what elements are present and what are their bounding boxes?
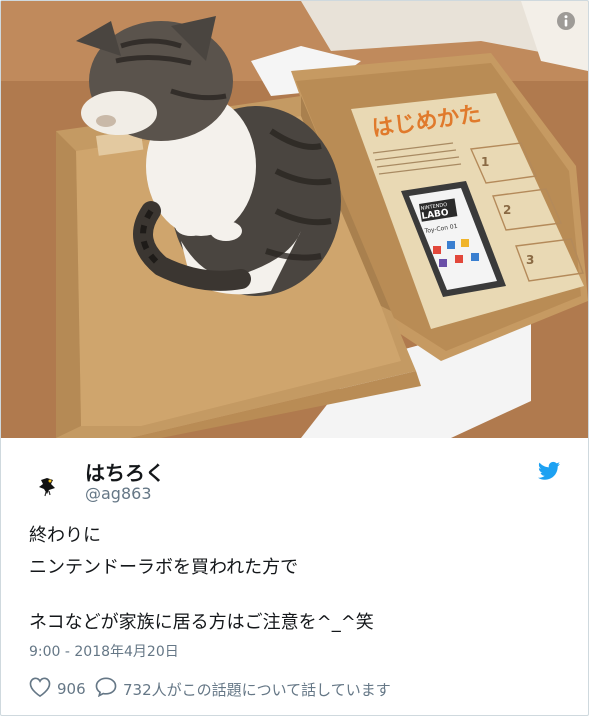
tweet-card: はじめかた 1 2 3 NINTENDO LABO Toy-Con 01 はちろ… [0, 0, 589, 716]
info-icon[interactable] [556, 11, 576, 31]
tweet-text-line-1: 終わりに [29, 525, 101, 546]
speech-bubble-icon [95, 677, 117, 701]
tweet-actions: 906 732人がこの話題について話しています [29, 677, 569, 699]
display-name[interactable]: はちろく [85, 457, 165, 486]
heart-icon [29, 677, 51, 701]
tweet-text-line-2: ニンテンドーラボを買われた方で [29, 557, 299, 578]
manual-step-2: 2 [503, 203, 511, 217]
tweet-timestamp[interactable]: 9:00 - 2018年4月20日 [29, 641, 179, 661]
user-handle[interactable]: @ag863 [85, 484, 152, 503]
reply-button[interactable]: 732人がこの話題について話しています [95, 677, 391, 701]
like-button[interactable]: 906 [29, 677, 86, 701]
twitter-bird-icon[interactable] [538, 461, 560, 481]
manual-step-1: 1 [481, 155, 489, 169]
reply-discussion-text: 732人がこの話題について話しています [123, 680, 391, 699]
tweet-text-line-4: ネコなどが家族に居る方はご注意を^_^笑 [29, 612, 374, 633]
avatar[interactable] [29, 466, 67, 504]
tweet-photo[interactable]: はじめかた 1 2 3 NINTENDO LABO Toy-Con 01 [1, 1, 588, 438]
manual-step-3: 3 [526, 253, 534, 267]
like-count: 906 [57, 680, 86, 698]
